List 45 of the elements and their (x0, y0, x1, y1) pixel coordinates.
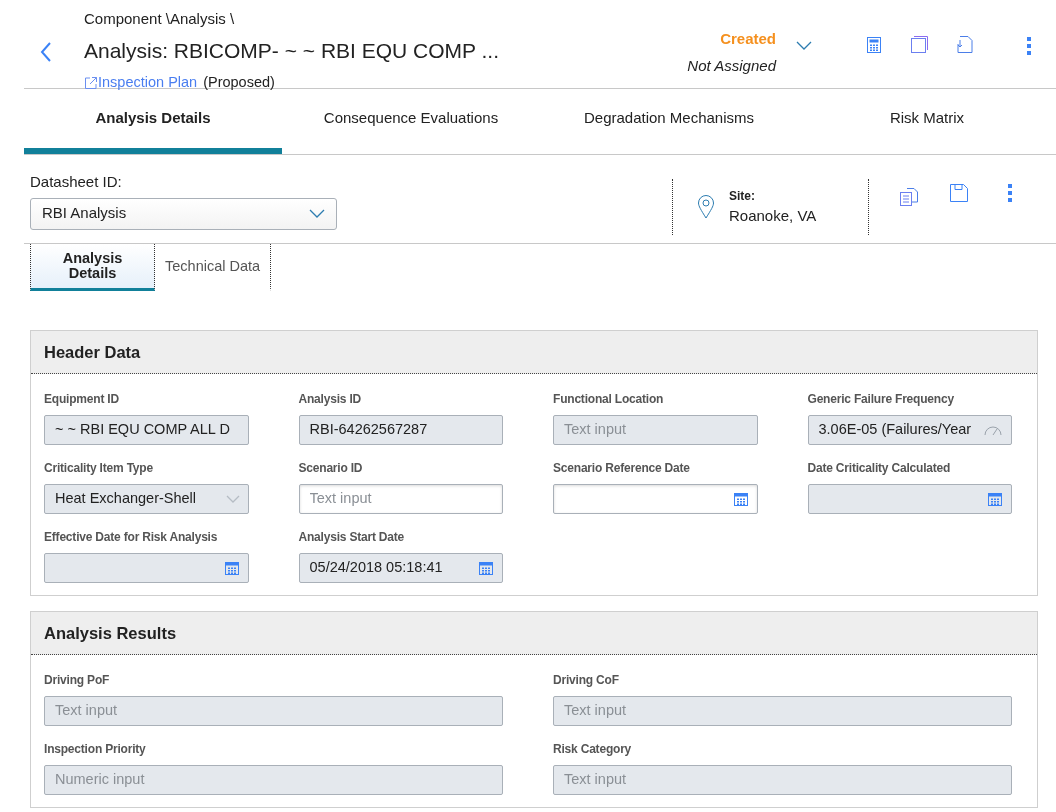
status-state: Created (720, 29, 776, 49)
field-label: Effective Date for Risk Analysis (44, 529, 219, 546)
more-icon[interactable] (1007, 183, 1013, 203)
copy-documents-icon[interactable] (899, 187, 919, 207)
tab[interactable]: Risk Matrix (798, 89, 1056, 154)
chevron-down-icon[interactable] (796, 41, 812, 51)
section-title: Analysis Results (44, 622, 177, 644)
sub-tab[interactable]: Technical Data (155, 244, 272, 291)
tab[interactable]: Analysis Details (24, 89, 282, 154)
site-value: Roanoke, VA (729, 205, 817, 226)
calendar-icon[interactable] (732, 491, 749, 507)
field-label: Functional Location (553, 391, 665, 408)
datasheet-label: Datasheet ID: (30, 172, 123, 192)
field-label: Scenario Reference Date (553, 460, 691, 477)
tab[interactable]: Degradation Mechanisms (540, 89, 798, 154)
field-label: Date Criticality Calculated (807, 460, 952, 477)
field-label: Driving CoF (553, 672, 620, 689)
external-link-icon (84, 75, 98, 90)
field-label: Generic Failure Frequency (807, 391, 955, 408)
site-label: Site: (729, 187, 756, 205)
input-field[interactable] (553, 484, 758, 514)
tab[interactable]: Consequence Evaluations (282, 89, 540, 154)
sub-tab[interactable]: Analysis Details (30, 244, 155, 291)
calculator-icon[interactable] (866, 36, 882, 54)
more-icon[interactable] (1026, 36, 1032, 56)
field-label: Risk Category (553, 741, 633, 758)
location-pin-icon (697, 195, 715, 219)
field-label: Driving PoF (44, 672, 111, 689)
status-assignee: Not Assigned (687, 55, 776, 76)
page-title: Analysis: RBICOMP- ~ ~ RBI EQU COMP ... (84, 37, 500, 64)
field-label: Scenario ID (298, 460, 364, 477)
field-label: Criticality Item Type (44, 460, 154, 477)
document-icon[interactable] (955, 35, 974, 54)
plan-status: (Proposed) (203, 73, 275, 92)
back-icon[interactable] (38, 40, 54, 64)
chevron-down-icon (309, 208, 325, 219)
copy-icon[interactable] (910, 35, 929, 54)
section-title: Header Data (44, 341, 141, 363)
field-label: Analysis Start Date (298, 529, 406, 546)
breadcrumb: Component \Analysis \ (84, 9, 236, 29)
field-label: Analysis ID (298, 391, 362, 408)
field-label: Equipment ID (44, 391, 120, 408)
save-icon[interactable] (949, 183, 969, 203)
field-label: Inspection Priority (44, 741, 147, 758)
datasheet-dropdown[interactable]: RBI Analysis (30, 197, 337, 230)
